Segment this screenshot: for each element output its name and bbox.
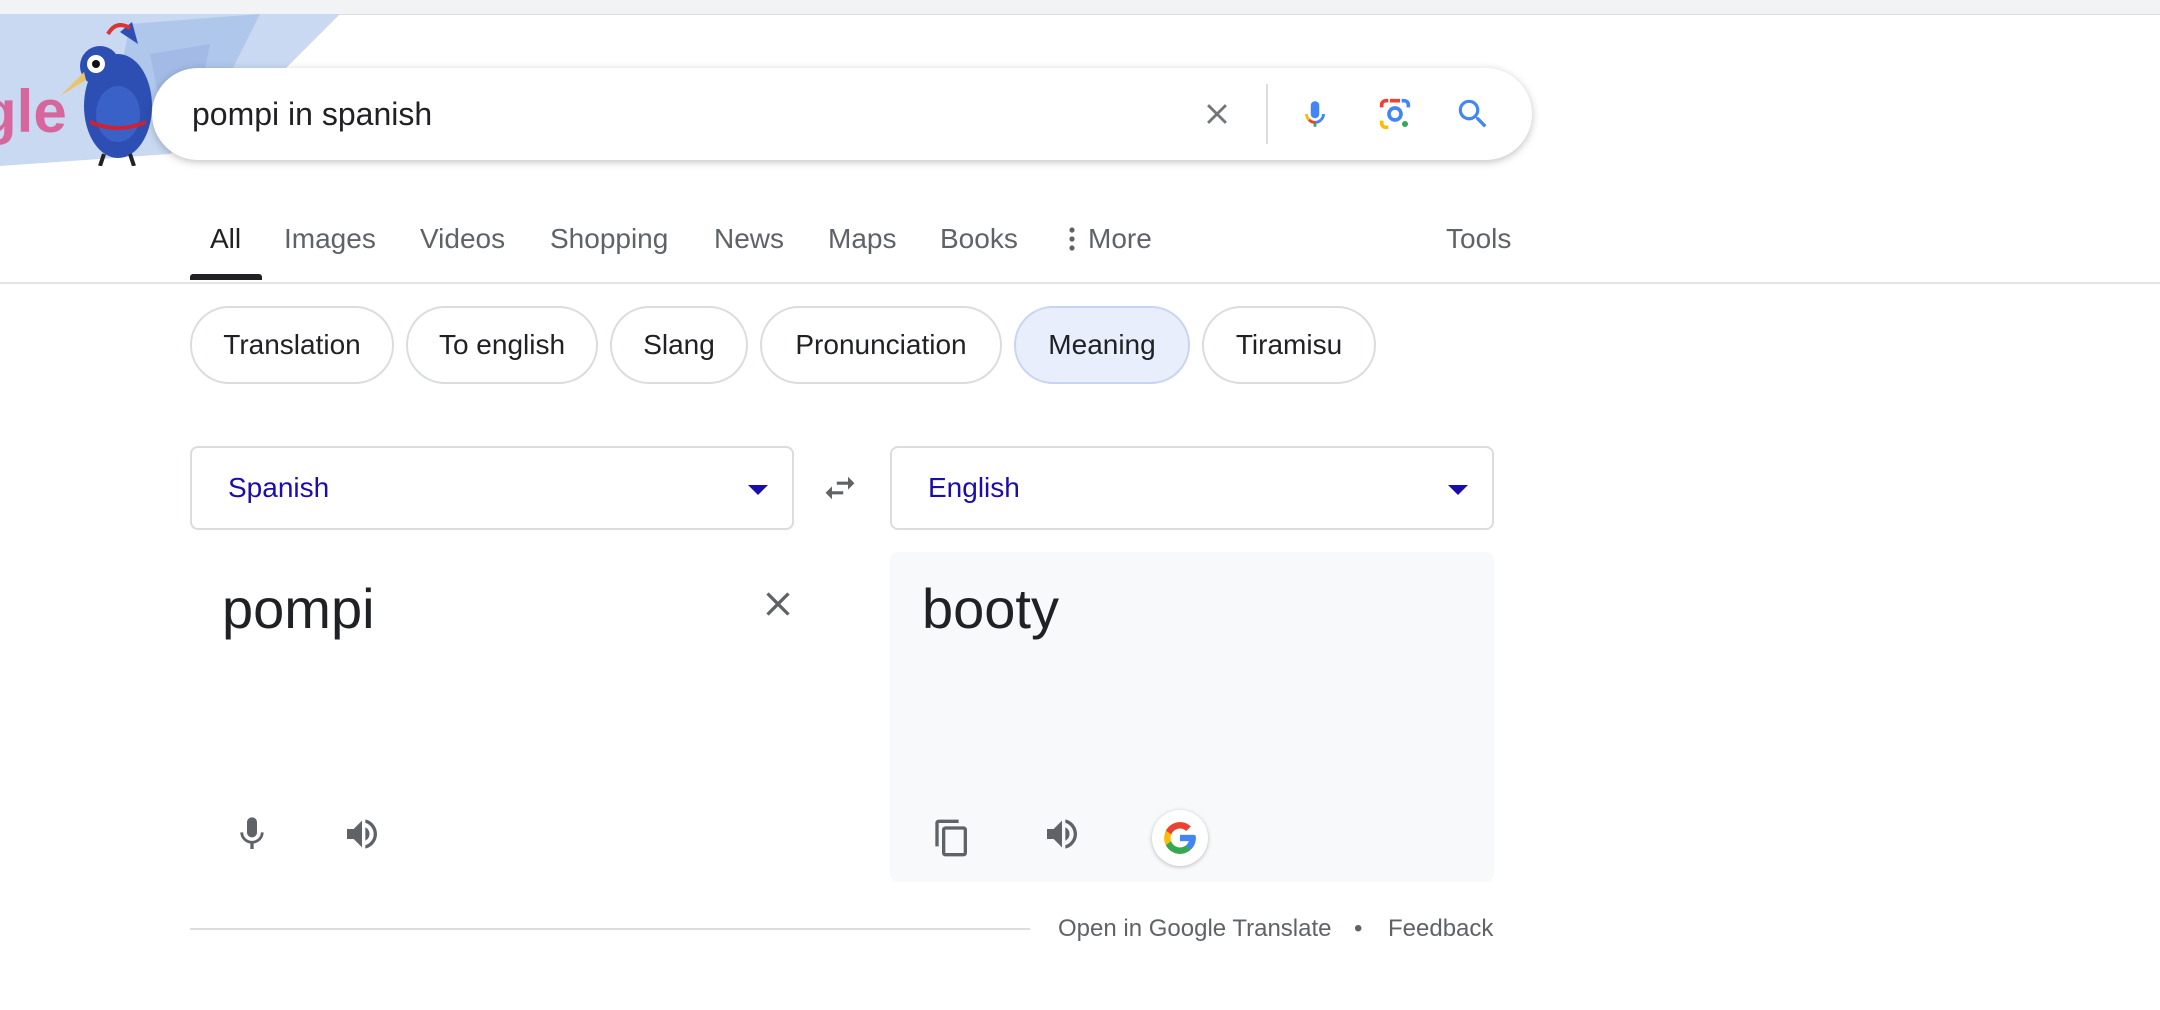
dropdown-caret-icon <box>1448 485 1468 495</box>
tab-all[interactable]: All <box>210 210 241 282</box>
source-text[interactable]: pompi <box>222 576 375 641</box>
translated-text: booty <box>922 577 1059 640</box>
chip-meaning[interactable]: Meaning <box>1014 306 1190 384</box>
feedback-link[interactable]: Feedback <box>1388 912 1493 946</box>
listen-translation-icon[interactable] <box>1034 806 1090 862</box>
source-language-select[interactable]: Spanish <box>190 446 794 530</box>
target-language-label: English <box>928 472 1020 503</box>
tab-books[interactable]: Books <box>940 210 1018 282</box>
tab-maps[interactable]: Maps <box>828 210 896 282</box>
tab-more-label: More <box>1088 223 1152 254</box>
source-text-panel: pompi <box>190 552 794 882</box>
open-in-google-translate-link[interactable]: Open in Google Translate <box>1058 912 1332 946</box>
clear-search-icon[interactable] <box>1192 89 1242 139</box>
widget-bottom-divider <box>190 928 1030 930</box>
tab-more[interactable]: More <box>1066 210 1152 282</box>
clear-source-icon[interactable] <box>750 576 806 632</box>
dropdown-caret-icon <box>748 485 768 495</box>
tab-shopping[interactable]: Shopping <box>550 210 668 282</box>
search-bar-divider <box>1266 84 1268 144</box>
tab-news[interactable]: News <box>714 210 784 282</box>
footer-separator: • <box>1354 915 1363 942</box>
active-tab-indicator <box>190 274 262 280</box>
more-vert-icon <box>1066 210 1078 288</box>
target-text-panel: booty <box>890 552 1494 882</box>
chip-pronunciation[interactable]: Pronunciation <box>760 306 1002 384</box>
search-input[interactable]: pompi in spanish <box>192 68 432 160</box>
tabs-divider <box>0 282 2160 284</box>
google-g-icon[interactable] <box>1152 810 1208 866</box>
microphone-icon[interactable] <box>224 806 280 862</box>
source-language-label: Spanish <box>228 472 330 503</box>
browser-top-edge <box>0 0 2160 15</box>
target-language-select[interactable]: English <box>890 446 1494 530</box>
search-icon[interactable] <box>1448 89 1498 139</box>
chip-to-english[interactable]: To english <box>406 306 598 384</box>
tab-images[interactable]: Images <box>284 210 376 282</box>
logo-text: gle <box>0 78 67 145</box>
chip-slang[interactable]: Slang <box>610 306 748 384</box>
voice-search-icon[interactable] <box>1290 89 1340 139</box>
listen-source-icon[interactable] <box>334 806 390 862</box>
tab-videos[interactable]: Videos <box>420 210 505 282</box>
tab-tools[interactable]: Tools <box>1446 210 1511 282</box>
lens-search-icon[interactable] <box>1370 89 1420 139</box>
chip-translation[interactable]: Translation <box>190 306 394 384</box>
copy-icon[interactable] <box>924 810 980 866</box>
chip-tiramisu[interactable]: Tiramisu <box>1202 306 1376 384</box>
swap-languages-icon[interactable] <box>816 466 864 510</box>
search-bar[interactable]: pompi in spanish <box>152 68 1532 160</box>
